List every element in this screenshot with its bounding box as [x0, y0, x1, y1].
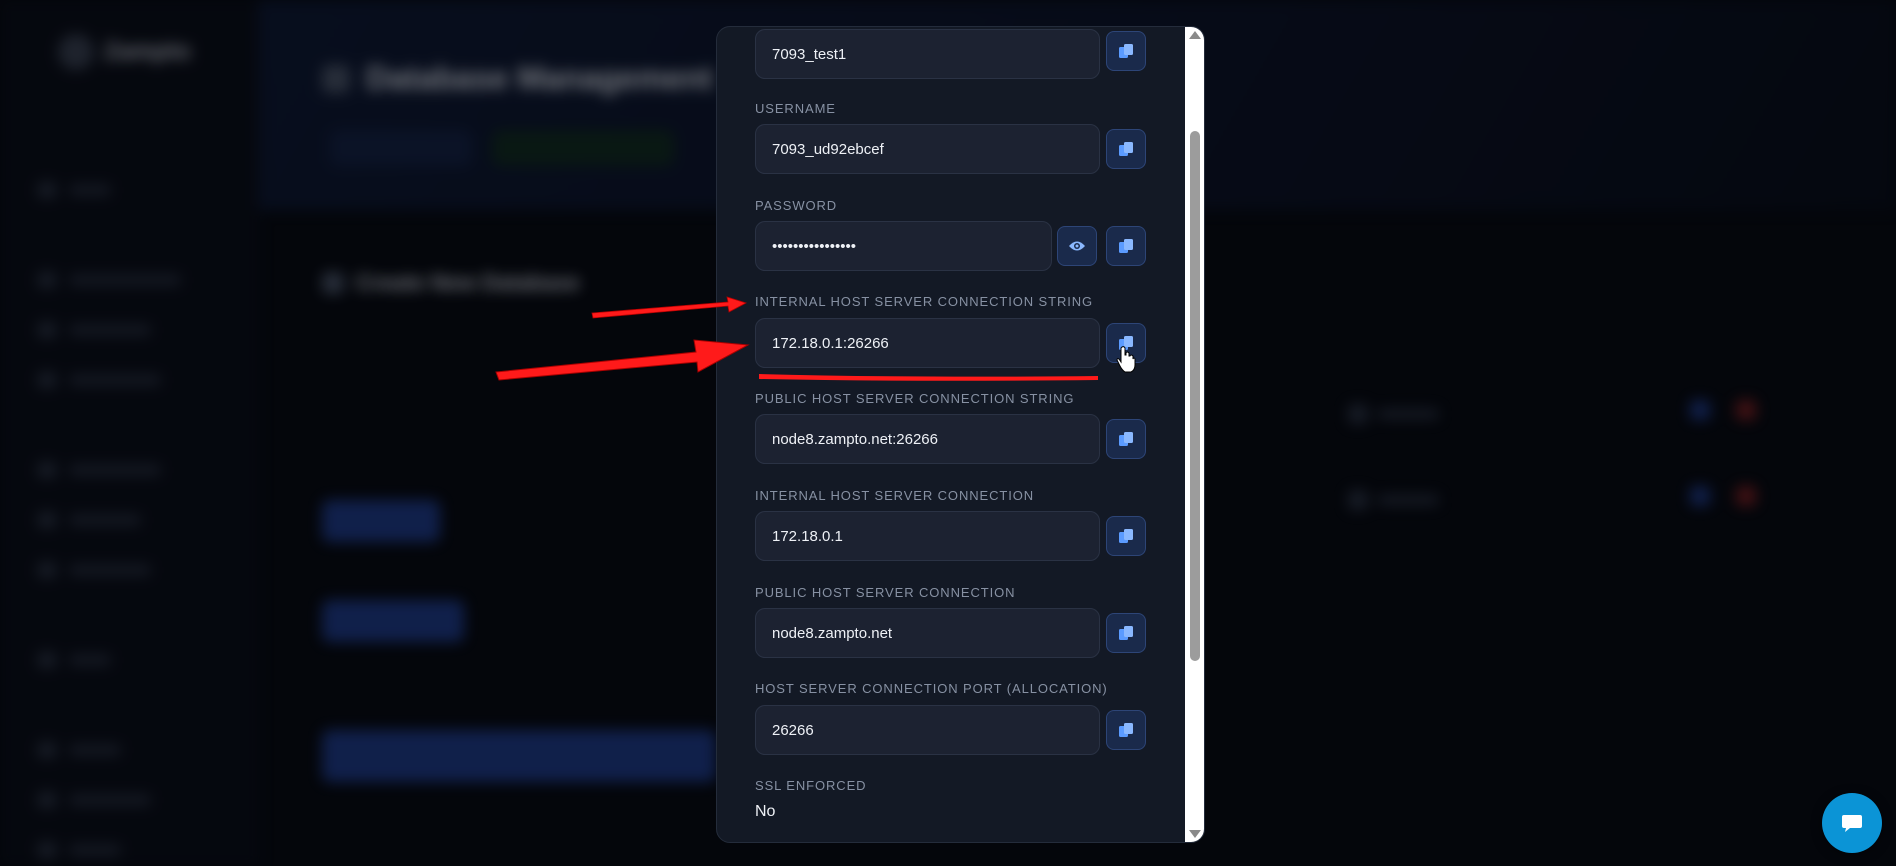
copy-icon: [1119, 626, 1133, 640]
username-field[interactable]: 7093_ud92ebcef: [755, 124, 1100, 174]
bg-nav-item: [38, 652, 110, 668]
bg-logo: Zampto: [58, 34, 191, 70]
bg-action: [1690, 400, 1710, 420]
public-connection-field[interactable]: node8.zampto.net: [755, 608, 1100, 658]
password-field[interactable]: ••••••••••••••••: [755, 221, 1052, 271]
bg-nav-item: [38, 272, 180, 288]
bg-chip: [330, 130, 472, 166]
bg-row: [1348, 404, 1438, 424]
bg-nav-item: [38, 462, 160, 478]
copy-username-button[interactable]: [1106, 129, 1146, 169]
public-connection-label: PUBLIC HOST SERVER CONNECTION: [755, 585, 1016, 600]
bg-action: [1736, 400, 1756, 420]
bg-chip: [492, 130, 674, 166]
bg-nav-item: [38, 372, 160, 388]
bg-page-title: Database Management: [322, 60, 713, 97]
bg-nav-item: [38, 742, 120, 758]
scroll-thumb[interactable]: [1190, 131, 1200, 661]
copy-public-connection-string-button[interactable]: [1106, 419, 1146, 459]
username-label: USERNAME: [755, 101, 836, 116]
ssl-enforced-label: SSL ENFORCED: [755, 778, 867, 793]
bg-nav-item: [38, 512, 140, 528]
bg-logo-mark: [58, 34, 94, 70]
internal-connection-field[interactable]: 172.18.0.1: [755, 511, 1100, 561]
bg-action: [1690, 486, 1710, 506]
password-label: PASSWORD: [755, 198, 838, 213]
bg-sidebar: Zampto: [0, 0, 259, 866]
username-value: 7093_ud92ebcef: [772, 140, 884, 158]
bg-action: [1736, 486, 1756, 506]
public-connection-value: node8.zampto.net: [772, 624, 893, 642]
database-name-value: 7093_test1: [772, 45, 847, 63]
copy-internal-connection-button[interactable]: [1106, 516, 1146, 556]
bg-card-title-text: Create New Database: [356, 270, 580, 295]
modal-scrollbar[interactable]: [1185, 27, 1204, 842]
public-connection-string-value: node8.zampto.net:26266: [772, 430, 938, 448]
bg-button: [322, 600, 464, 642]
copy-port-button[interactable]: [1106, 710, 1146, 750]
public-connection-string-field[interactable]: node8.zampto.net:26266: [755, 414, 1100, 464]
bg-row: [1348, 490, 1438, 510]
bg-brand: Zampto: [104, 38, 191, 65]
bg-nav-item: [38, 842, 120, 858]
bg-nav-item: [38, 792, 150, 808]
internal-connection-label: INTERNAL HOST SERVER CONNECTION: [755, 488, 1035, 503]
bg-nav-item: [38, 182, 110, 198]
copy-icon: [1119, 723, 1133, 737]
copy-icon: [1119, 529, 1133, 543]
database-name-field[interactable]: 7093_test1: [755, 29, 1100, 79]
bg-nav-item: [38, 322, 150, 338]
internal-connection-string-field[interactable]: 172.18.0.1:26266: [755, 318, 1100, 368]
copy-icon: [1119, 336, 1133, 350]
scroll-up-arrow-icon[interactable]: [1189, 31, 1201, 39]
bg-button: [322, 500, 440, 542]
copy-icon: [1119, 44, 1133, 58]
bg-page-title-text: Database Management: [366, 60, 713, 96]
copy-icon: [1119, 142, 1133, 156]
internal-connection-string-value: 172.18.0.1:26266: [772, 334, 889, 352]
chat-bubble-icon: [1842, 815, 1862, 832]
port-label: HOST SERVER CONNECTION PORT (ALLOCATION): [755, 681, 1108, 696]
copy-icon: [1119, 239, 1133, 253]
copy-database-name-button[interactable]: [1106, 31, 1146, 71]
internal-connection-string-label: INTERNAL HOST SERVER CONNECTION STRING: [755, 294, 1094, 309]
bg-button: [322, 730, 716, 782]
port-field[interactable]: 26266: [755, 705, 1100, 755]
ssl-enforced-value: No: [755, 803, 776, 820]
copy-password-button[interactable]: [1106, 226, 1146, 266]
modal-content: 7093_test1 USERNAME 7093_ud92ebcef PASSW…: [717, 27, 1185, 842]
show-password-button[interactable]: [1057, 226, 1097, 266]
database-credentials-modal: 7093_test1 USERNAME 7093_ud92ebcef PASSW…: [716, 26, 1205, 843]
public-connection-string-label: PUBLIC HOST SERVER CONNECTION STRING: [755, 391, 1075, 406]
eye-icon: [1069, 241, 1085, 251]
bg-nav-item: [38, 562, 150, 578]
bg-card-title: Create New Database: [322, 270, 580, 296]
scroll-down-arrow-icon[interactable]: [1189, 830, 1201, 838]
port-value: 26266: [772, 721, 814, 739]
copy-icon: [1119, 432, 1133, 446]
copy-internal-connection-string-button[interactable]: [1106, 323, 1146, 363]
copy-public-connection-button[interactable]: [1106, 613, 1146, 653]
chat-button[interactable]: [1822, 793, 1882, 853]
password-value: ••••••••••••••••: [772, 237, 857, 255]
internal-connection-value: 172.18.0.1: [772, 527, 843, 545]
